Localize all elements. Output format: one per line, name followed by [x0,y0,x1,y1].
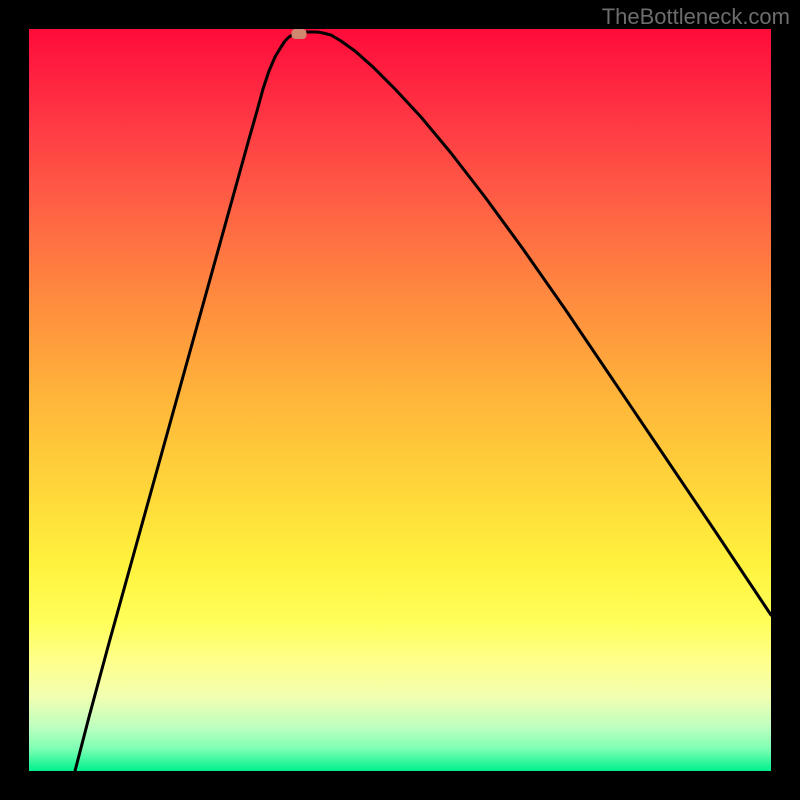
chart-frame: TheBottleneck.com [0,0,800,800]
watermark-label: TheBottleneck.com [602,4,790,30]
optimum-marker [292,29,307,39]
chart-svg [29,29,771,771]
bottleneck-curve [75,32,771,771]
